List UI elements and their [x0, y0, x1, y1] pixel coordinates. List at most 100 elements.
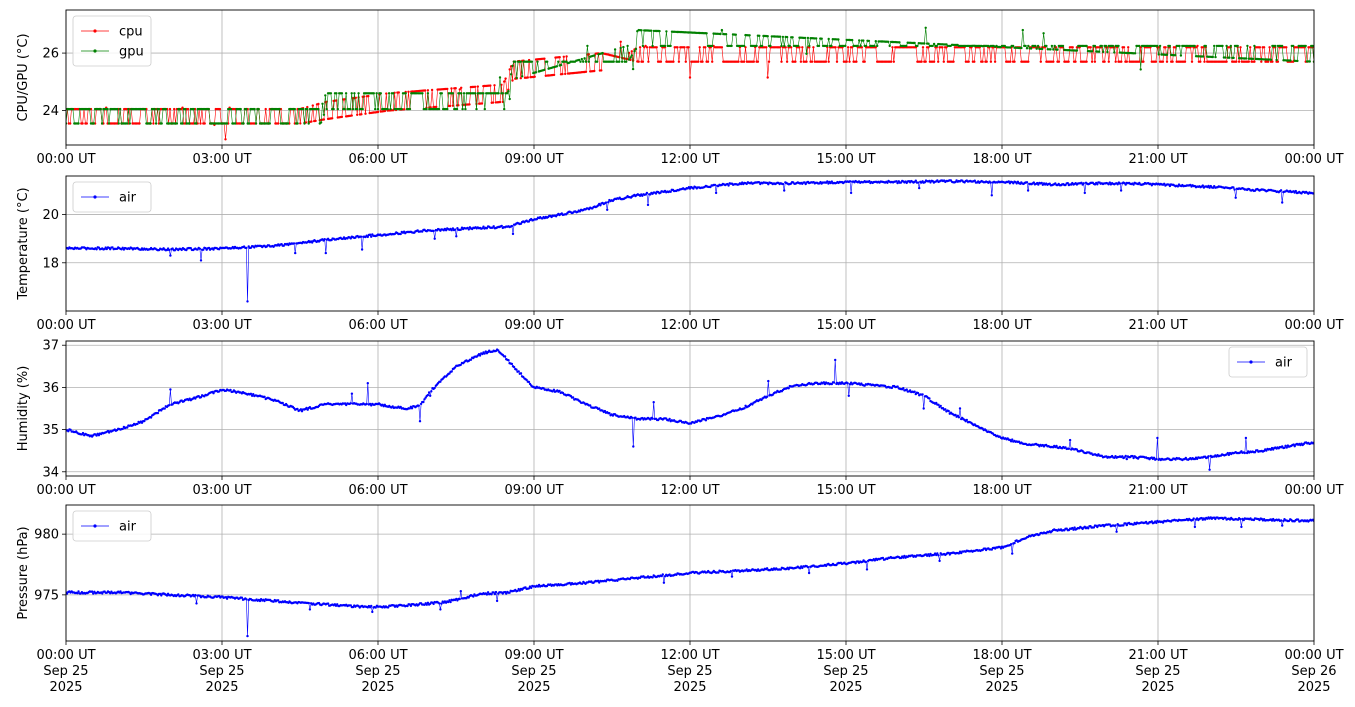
data-point	[727, 184, 730, 187]
data-point	[515, 76, 518, 80]
data-point	[810, 60, 814, 63]
data-point	[1179, 54, 1183, 57]
data-point	[476, 85, 479, 88]
data-point	[583, 57, 586, 60]
data-point	[618, 56, 621, 59]
data-point	[163, 407, 166, 410]
data-point	[370, 235, 373, 238]
data-point	[834, 358, 837, 362]
data-point	[1161, 60, 1165, 63]
data-point	[376, 110, 380, 114]
data-point	[515, 368, 518, 371]
data-point	[711, 60, 714, 63]
data-point	[1243, 451, 1247, 455]
data-point	[918, 186, 921, 190]
data-point	[1067, 60, 1070, 63]
data-point	[455, 107, 459, 111]
data-point	[351, 107, 355, 111]
data-point	[705, 32, 708, 35]
data-point	[1118, 182, 1122, 185]
data-point	[433, 386, 436, 390]
data-point	[461, 107, 464, 111]
data-point	[349, 107, 352, 111]
data-point	[780, 44, 783, 48]
data-point	[619, 40, 622, 43]
data-point	[604, 201, 608, 204]
data-point	[417, 404, 420, 407]
data-point	[421, 92, 424, 95]
data-point	[663, 44, 667, 48]
data-point	[360, 248, 364, 251]
data-point	[397, 91, 400, 94]
data-point	[507, 90, 510, 93]
data-point	[473, 85, 477, 89]
data-point	[783, 44, 786, 48]
data-point	[408, 107, 412, 111]
data-point	[511, 232, 515, 236]
data-point	[766, 76, 769, 79]
data-point	[938, 559, 941, 563]
data-point	[765, 395, 769, 398]
data-point	[724, 33, 728, 36]
data-point	[199, 122, 202, 125]
x-tick-label: 00:00 UT Sep 26 2025	[1284, 648, 1343, 695]
data-point	[178, 107, 181, 111]
data-point	[586, 44, 589, 48]
data-point	[1074, 60, 1077, 63]
data-point	[194, 593, 197, 597]
data-point	[489, 84, 492, 87]
data-point	[512, 365, 516, 369]
data-point	[990, 194, 993, 197]
data-point	[503, 80, 506, 83]
data-point	[1068, 438, 1072, 442]
data-point	[637, 60, 640, 63]
data-point	[1239, 46, 1242, 49]
data-point	[71, 107, 75, 111]
data-point	[107, 122, 111, 125]
data-point	[375, 92, 378, 95]
data-point	[827, 37, 830, 41]
data-point	[752, 60, 755, 63]
data-point	[1157, 53, 1160, 56]
data-point	[622, 45, 625, 49]
data-point	[1204, 44, 1208, 48]
data-point	[921, 46, 925, 49]
x-tick-label: 03:00 UT	[192, 152, 251, 167]
data-point	[927, 42, 930, 45]
data-point	[517, 370, 520, 373]
data-point	[1113, 51, 1116, 54]
legend: air	[72, 181, 152, 213]
data-point	[340, 92, 344, 95]
data-point	[634, 47, 638, 51]
data-point	[630, 50, 633, 53]
legend-label-air: air	[1275, 356, 1293, 371]
data-point	[958, 407, 962, 410]
data-point	[303, 122, 306, 125]
data-point	[557, 60, 560, 63]
data-point	[1183, 60, 1187, 63]
data-point	[324, 251, 327, 255]
data-point	[672, 60, 675, 63]
data-point	[755, 44, 758, 48]
data-point	[864, 560, 868, 564]
data-point	[430, 88, 434, 92]
data-point	[730, 44, 733, 48]
data-point	[1225, 44, 1228, 48]
data-point	[652, 401, 655, 404]
data-point	[501, 92, 504, 95]
data-point	[307, 122, 310, 125]
data-point	[848, 60, 851, 63]
data-point	[865, 568, 869, 571]
data-point	[181, 122, 184, 125]
data-point	[607, 201, 610, 204]
x-tick-label: 21:00 UT	[1128, 152, 1187, 167]
x-tick-label: 09:00 UT	[504, 318, 563, 333]
data-point	[245, 598, 248, 601]
data-point	[1234, 196, 1237, 199]
data-point	[329, 92, 333, 95]
data-point	[1142, 60, 1145, 63]
data-point	[1236, 44, 1239, 48]
data-point	[199, 259, 203, 262]
data-point	[386, 107, 389, 111]
data-point	[530, 60, 534, 63]
